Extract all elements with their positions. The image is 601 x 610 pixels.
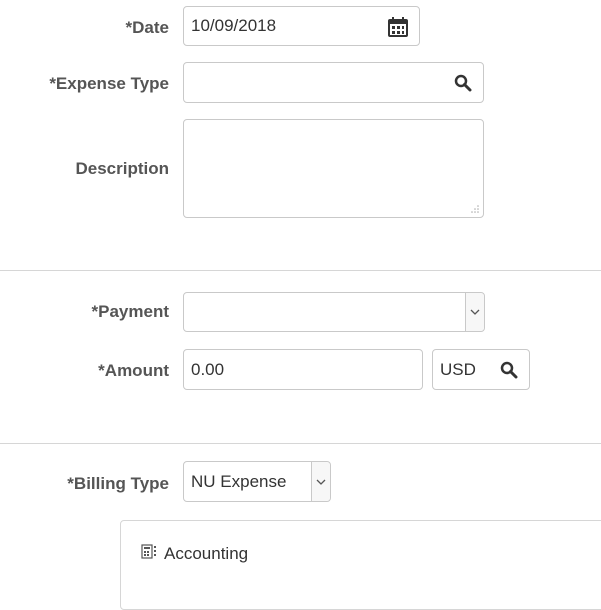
- currency-field[interactable]: USD: [432, 349, 530, 390]
- billing-type-label: *Billing Type: [67, 474, 169, 493]
- date-label: *Date: [125, 18, 169, 37]
- expense-type-field[interactable]: [183, 62, 484, 103]
- accounting-link[interactable]: Accounting: [141, 543, 248, 564]
- billing-type-value: NU Expense: [191, 471, 287, 491]
- section-divider: [0, 270, 601, 271]
- section-divider: [0, 443, 601, 444]
- amount-field[interactable]: 0.00: [183, 349, 423, 390]
- calendar-icon[interactable]: [387, 16, 409, 38]
- amount-label: *Amount: [98, 361, 169, 380]
- payment-select[interactable]: [183, 292, 485, 332]
- chevron-down-icon[interactable]: [311, 462, 330, 501]
- accounting-label: Accounting: [164, 543, 249, 563]
- resize-grip-icon[interactable]: [470, 204, 480, 214]
- expense-type-label: *Expense Type: [49, 74, 169, 93]
- accounting-icon: [141, 543, 159, 564]
- description-textarea[interactable]: [183, 119, 484, 218]
- date-value: 10/09/2018: [191, 16, 277, 35]
- accounting-panel: Accounting: [120, 520, 601, 610]
- search-icon[interactable]: [454, 74, 472, 92]
- currency-value: USD: [440, 359, 476, 379]
- amount-value: 0.00: [191, 359, 225, 379]
- currency-search-icon[interactable]: [500, 361, 518, 379]
- date-field[interactable]: 10/09/2018: [183, 6, 420, 46]
- chevron-down-icon[interactable]: [465, 293, 484, 331]
- payment-label: *Payment: [91, 302, 169, 321]
- description-label: Description: [75, 159, 169, 178]
- billing-type-select[interactable]: NU Expense: [183, 461, 331, 502]
